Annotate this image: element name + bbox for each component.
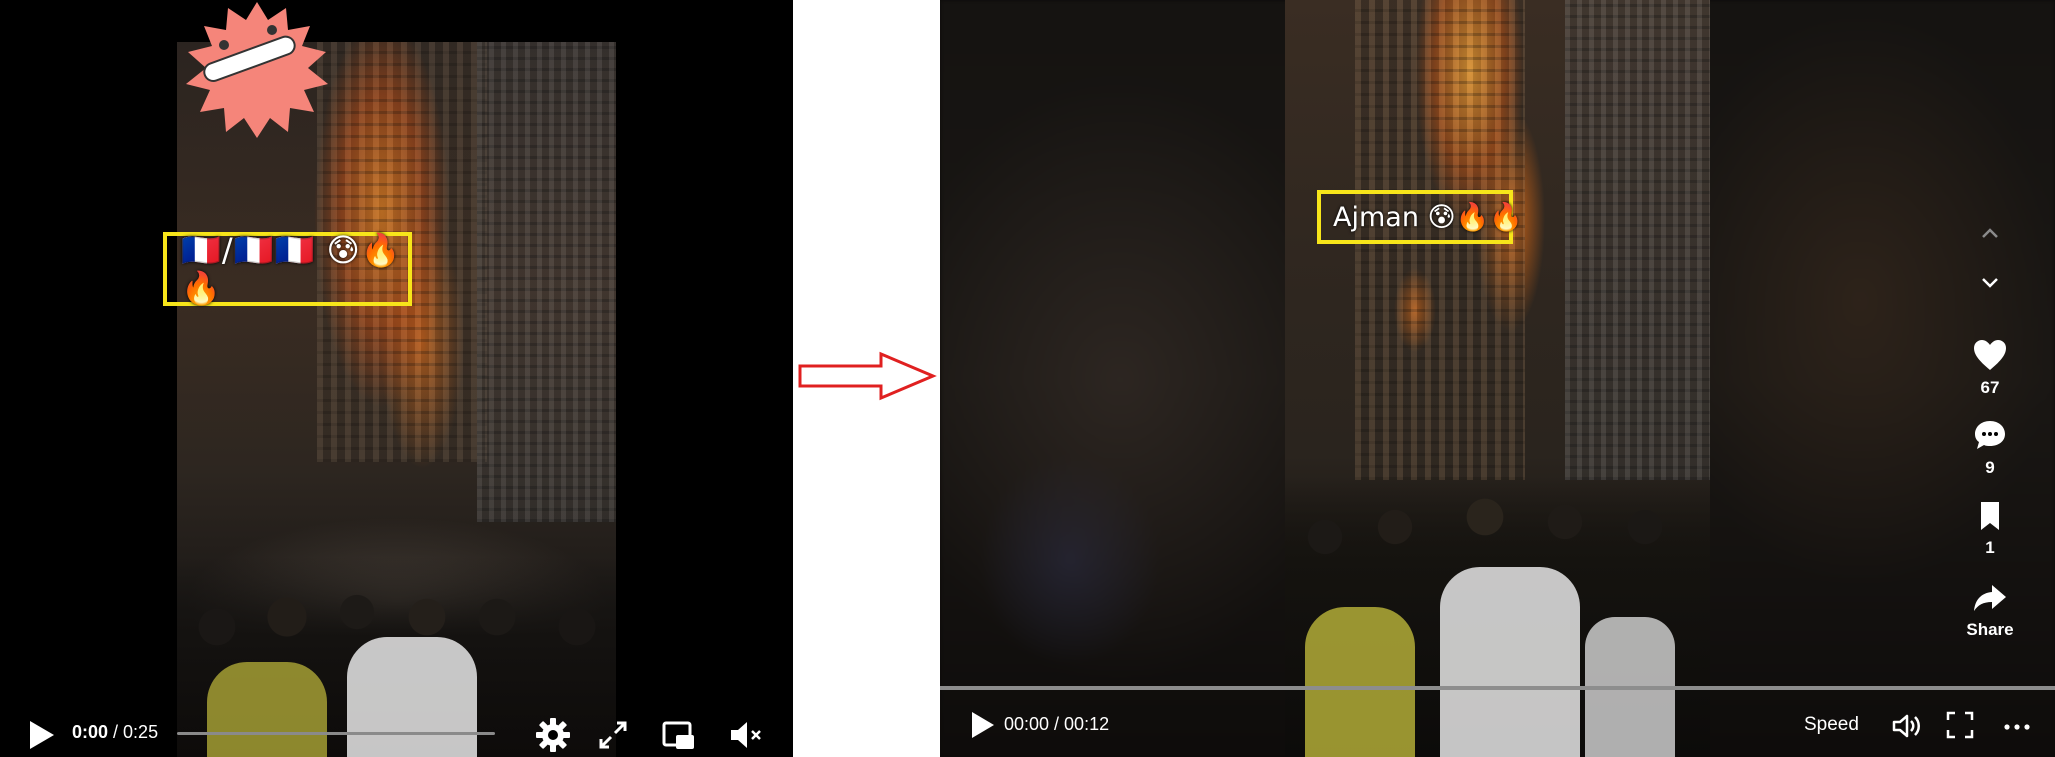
expand-icon[interactable] <box>593 715 633 755</box>
progress-bar[interactable] <box>940 686 2055 690</box>
play-icon[interactable] <box>24 715 58 755</box>
adjacent-building <box>1565 0 1710 480</box>
chevron-down-icon[interactable] <box>1975 273 2005 293</box>
comment-button[interactable]: 9 <box>1950 418 2030 478</box>
video-caption: 🇫🇷/🇫🇷🇫🇷 😰🔥🔥 <box>181 231 402 307</box>
current-time: 0:00 <box>72 722 109 742</box>
play-icon[interactable] <box>968 708 998 742</box>
total-time: 0:25 <box>123 722 159 742</box>
right-video-frame[interactable] <box>1285 0 1710 757</box>
bookmark-count: 1 <box>1985 538 1995 557</box>
bookmark-icon[interactable] <box>1975 500 2005 532</box>
right-video-player: Ajman 😰🔥🔥 67 9 1 Share 00:00 / 00:12 Spe… <box>940 0 2055 757</box>
adjacent-building <box>477 42 616 522</box>
gear-icon[interactable] <box>533 715 573 755</box>
heart-icon[interactable] <box>1972 338 2008 372</box>
fullscreen-icon[interactable] <box>1945 710 1975 740</box>
share-button[interactable]: Share <box>1950 582 2030 640</box>
video-caption: Ajman 😰🔥🔥 <box>1333 202 1523 233</box>
left-video-player: 🇫🇷/🇫🇷🇫🇷 😰🔥🔥 0:00 / 0:25 <box>0 0 793 757</box>
like-count: 67 <box>1980 378 2000 397</box>
crowd <box>1285 477 1710 757</box>
right-arrow-icon <box>798 351 937 401</box>
comment-icon[interactable] <box>1972 418 2008 452</box>
mute-icon[interactable] <box>725 715 765 755</box>
bookmark-button[interactable]: 1 <box>1950 500 2030 558</box>
share-label: Share <box>1966 620 2014 639</box>
next-video-button[interactable] <box>1950 273 2030 293</box>
caption-highlight-box: Ajman 😰🔥🔥 <box>1317 190 1523 244</box>
like-button[interactable]: 67 <box>1950 338 2030 398</box>
chevron-up-icon[interactable] <box>1975 223 2005 243</box>
progress-bar[interactable] <box>177 732 495 735</box>
volume-icon[interactable] <box>1890 710 1922 742</box>
more-icon[interactable] <box>2000 712 2034 742</box>
sticker-icon <box>186 2 328 138</box>
speed-button[interactable]: Speed <box>1804 714 1859 736</box>
playback-time: 00:00 / 00:12 <box>1004 714 1110 734</box>
share-icon[interactable] <box>1972 582 2008 614</box>
caption-highlight-box: 🇫🇷/🇫🇷🇫🇷 😰🔥🔥 <box>163 231 412 307</box>
previous-video-button[interactable] <box>1950 223 2030 243</box>
playback-time: 0:00 / 0:25 <box>72 722 158 743</box>
left-video-frame[interactable] <box>177 42 616 757</box>
time-separator: / <box>108 722 124 742</box>
picture-in-picture-icon[interactable] <box>658 715 698 755</box>
comment-count: 9 <box>1985 458 1995 477</box>
